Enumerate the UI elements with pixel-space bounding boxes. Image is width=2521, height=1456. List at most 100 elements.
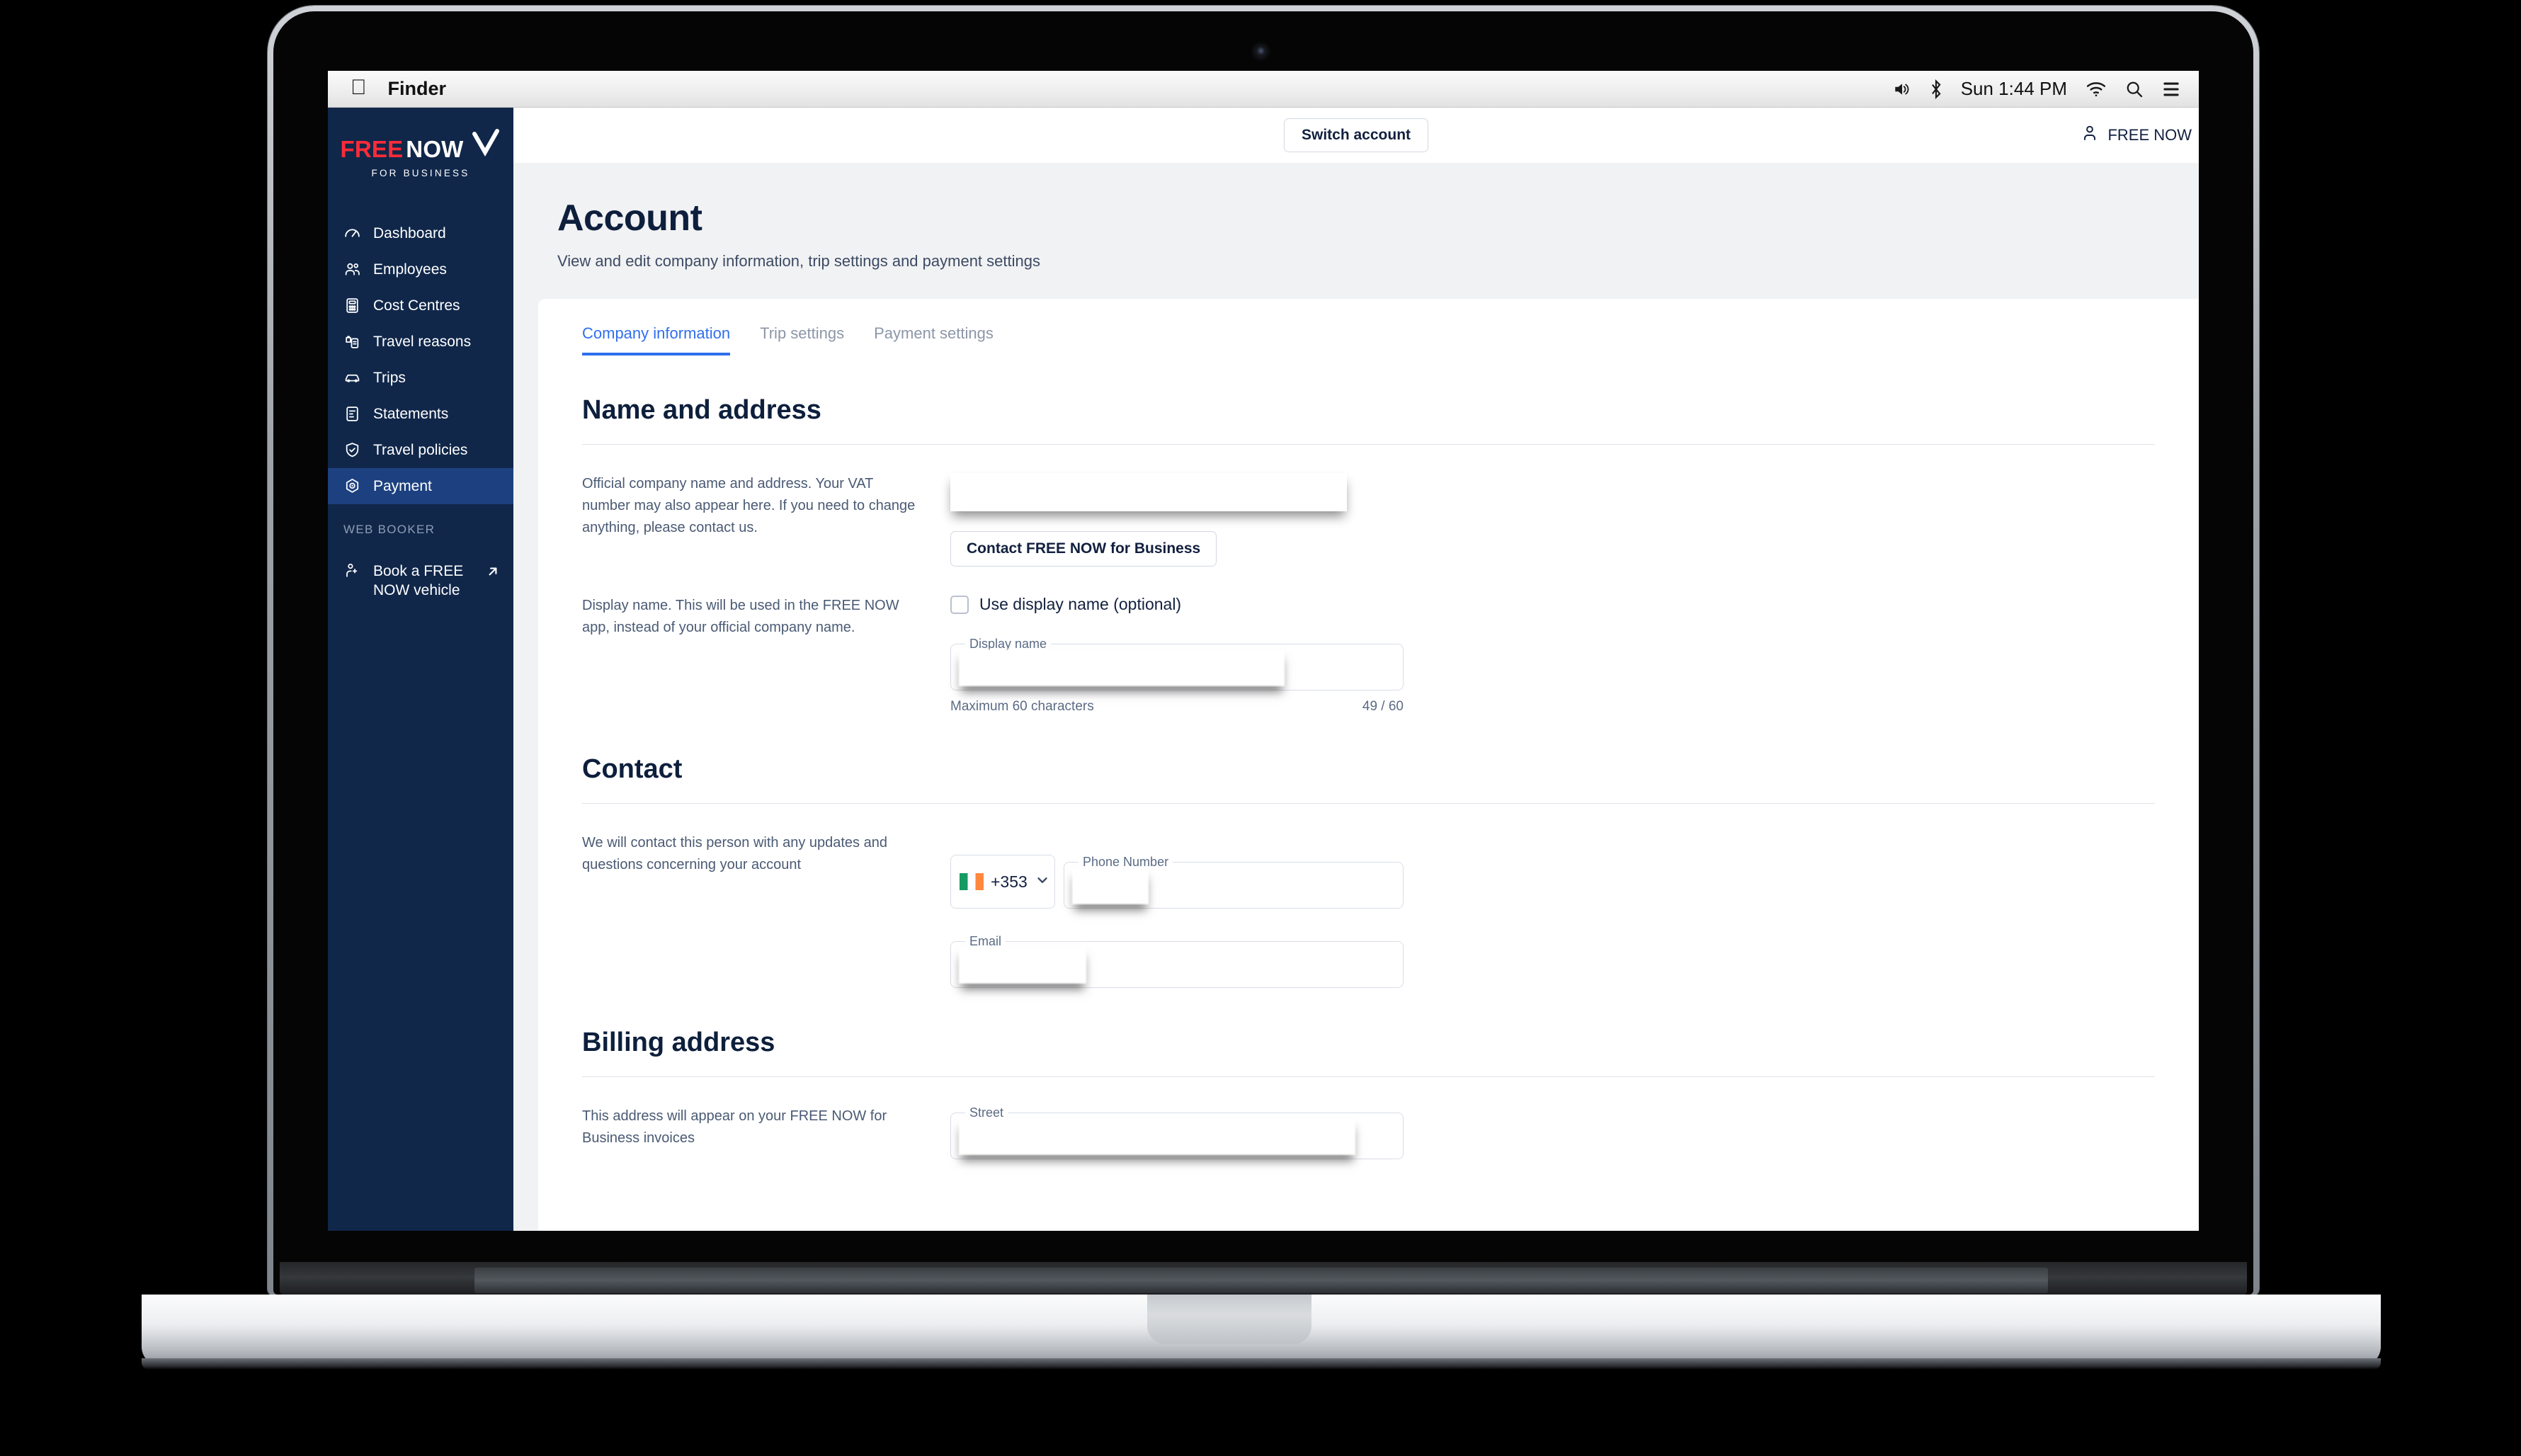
row-billing-address: This address will appear on your FREE NO…	[582, 1105, 2155, 1159]
logo-free-text: FREE	[340, 136, 404, 162]
menu-bar-status-items: Sun 1:44 PM	[1891, 78, 2180, 100]
menu-bar-clock[interactable]: Sun 1:44 PM	[1961, 78, 2067, 100]
street-value-redacted	[959, 1118, 1355, 1155]
sidebar-item-label: Cost Centres	[373, 297, 460, 314]
logo-tagline: FOR BUSINESS	[371, 168, 470, 178]
sidebar-item-employees[interactable]: Employees	[328, 251, 513, 288]
row-contact: We will contact this person with any upd…	[582, 832, 2155, 988]
wifi-icon[interactable]	[2085, 81, 2107, 98]
brand-logo[interactable]: FREE NOW FOR BUSINESS	[328, 108, 513, 178]
sidebar-item-statements[interactable]: Statements	[328, 396, 513, 432]
contact-free-now-button[interactable]: Contact FREE NOW for Business	[950, 531, 1217, 567]
sidebar-item-label: Employees	[373, 261, 447, 278]
tab-payment-settings[interactable]: Payment settings	[874, 324, 994, 356]
company-name-description: Official company name and address. Your …	[582, 476, 916, 535]
billing-address-fields: Street	[950, 1105, 1404, 1159]
sidebar-item-label: Dashboard	[373, 224, 446, 241]
sidebar-item-label: Payment	[373, 477, 432, 494]
travel-reasons-icon	[343, 333, 361, 351]
section-title-contact: Contact	[582, 754, 683, 784]
display-name-helper-text: Maximum 60 characters	[950, 699, 1094, 714]
search-icon[interactable]	[2125, 80, 2144, 98]
sidebar-item-travel-reasons[interactable]: Travel reasons	[328, 324, 513, 360]
sidebar-item-label: Book a FREE NOW vehicle	[373, 563, 464, 599]
sidebar-item-trips[interactable]: Trips	[328, 360, 513, 396]
laptop-base-notch	[1147, 1295, 1311, 1344]
laptop-hinge	[474, 1268, 2048, 1293]
screen-viewport:  Finder Sun 1:44 PM	[328, 71, 2199, 1231]
sidebar-item-dashboard[interactable]: Dashboard	[328, 215, 513, 251]
company-name-fields: Contact FREE NOW for Business	[950, 473, 2155, 567]
chevron-down-icon	[1035, 872, 1050, 892]
apple-logo-icon[interactable]: 	[351, 77, 367, 98]
sidebar-item-payment[interactable]: Payment	[328, 468, 513, 504]
billing-address-description: This address will appear on your FREE NO…	[582, 1108, 887, 1146]
switch-account-button[interactable]: Switch account	[1283, 118, 1429, 152]
logo-wordmark: FREE NOW	[340, 128, 501, 163]
main-area: Switch account FREE NOW Account View and…	[513, 108, 2199, 1231]
sidebar-item-cost-centres[interactable]: Cost Centres	[328, 288, 513, 324]
company-name-value-redacted	[950, 473, 1347, 511]
street-field[interactable]: Street	[950, 1105, 1404, 1159]
email-field[interactable]: Email	[950, 934, 1404, 988]
use-display-name-label: Use display name (optional)	[979, 595, 1182, 613]
control-center-icon[interactable]	[2162, 81, 2180, 98]
cost-centres-icon	[343, 297, 361, 314]
section-divider	[582, 803, 2155, 804]
user-account-name: FREE NOW	[2107, 126, 2192, 144]
section-divider	[582, 444, 2155, 445]
external-link-arrow-icon	[485, 564, 501, 584]
sidebar-item-book-vehicle[interactable]: Book a FREE NOW vehicle	[328, 552, 513, 610]
tab-trip-settings[interactable]: Trip settings	[760, 324, 844, 356]
laptop-base-shadow	[142, 1358, 2381, 1370]
phone-number-value-redacted	[1072, 868, 1149, 904]
statements-icon	[343, 405, 361, 423]
logo-checkmark-icon	[470, 128, 501, 163]
use-display-name-checkbox[interactable]	[950, 595, 969, 614]
dashboard-icon	[343, 224, 361, 242]
sidebar-section-label: WEB BOOKER	[343, 523, 436, 536]
flag-ireland-icon	[960, 873, 984, 890]
section-divider	[582, 1076, 2155, 1077]
page-subtitle: View and edit company information, trip …	[557, 252, 1040, 270]
display-name-description: Display name. This will be used in the F…	[582, 598, 899, 635]
sidebar-item-label: Travel policies	[373, 441, 468, 458]
payment-icon	[343, 477, 361, 495]
person-icon	[2081, 124, 2098, 147]
top-bar: Switch account FREE NOW	[513, 108, 2199, 163]
book-vehicle-icon	[343, 562, 361, 579]
page-title: Account	[557, 198, 702, 239]
email-value-redacted	[959, 947, 1086, 984]
trips-icon	[343, 369, 361, 387]
sidebar-item-label: Trips	[373, 369, 406, 386]
display-name-fields: Use display name (optional) Display name	[950, 595, 2155, 715]
display-name-char-counter: 49 / 60	[1362, 699, 1404, 714]
logo-now-text: NOW	[406, 136, 464, 162]
menu-bar-app-name[interactable]: Finder	[388, 78, 447, 100]
sidebar-item-travel-policies[interactable]: Travel policies	[328, 432, 513, 468]
bluetooth-icon[interactable]	[1930, 79, 1942, 99]
tab-company-information[interactable]: Company information	[582, 324, 731, 356]
page-header: Account View and edit company informatio…	[513, 163, 2199, 299]
sidebar: FREE NOW FOR BUSINESS Dashboard Employee…	[328, 108, 513, 1231]
display-name-value-redacted	[959, 649, 1285, 686]
contact-description: We will contact this person with any upd…	[582, 835, 887, 872]
contact-fields: +353 Phone Number Email	[950, 832, 1404, 988]
travel-policies-icon	[343, 441, 361, 459]
tab-bar: Company information Trip settings Paymen…	[538, 299, 2199, 356]
section-title-billing-address: Billing address	[582, 1028, 775, 1057]
phone-number-field[interactable]: Phone Number	[1064, 855, 1404, 909]
sidebar-nav: Dashboard Employees Cost Centres Travel …	[328, 215, 513, 610]
country-code-value: +353	[991, 872, 1028, 891]
display-name-helper-row: Maximum 60 characters 49 / 60	[950, 699, 1404, 715]
menu-bar-left:  Finder	[351, 77, 447, 100]
use-display-name-checkbox-row[interactable]: Use display name (optional)	[950, 595, 2155, 614]
volume-icon[interactable]	[1891, 80, 1911, 98]
section-title-name-and-address: Name and address	[582, 395, 821, 425]
country-code-select[interactable]: +353	[950, 855, 1055, 909]
user-account-menu[interactable]: FREE NOW	[2081, 124, 2192, 147]
row-company-name: Official company name and address. Your …	[582, 473, 2155, 567]
webcam-icon	[1256, 47, 1265, 56]
macos-menu-bar:  Finder Sun 1:44 PM	[328, 71, 2199, 108]
display-name-field[interactable]: Display name	[950, 637, 1404, 690]
